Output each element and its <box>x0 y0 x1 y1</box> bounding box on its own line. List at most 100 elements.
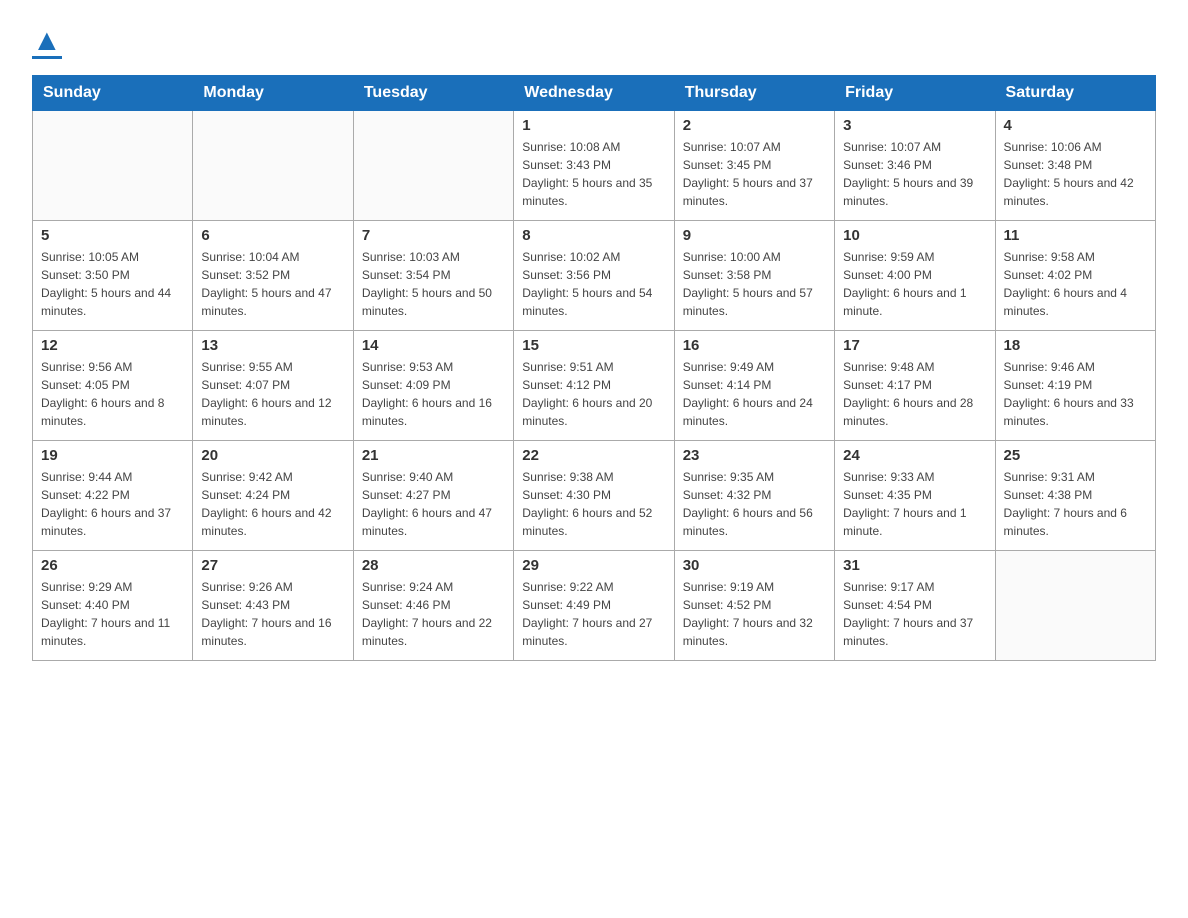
day-info: Sunrise: 9:59 AMSunset: 4:00 PMDaylight:… <box>843 248 986 320</box>
day-number: 19 <box>41 447 184 464</box>
calendar-day-cell: 23 Sunrise: 9:35 AMSunset: 4:32 PMDayligh… <box>674 441 834 551</box>
day-number: 16 <box>683 337 826 354</box>
calendar-day-cell: 27 Sunrise: 9:26 AMSunset: 4:43 PMDayligh… <box>193 551 353 661</box>
calendar-day-cell: 22 Sunrise: 9:38 AMSunset: 4:30 PMDayligh… <box>514 441 674 551</box>
calendar-week-row: 26 Sunrise: 9:29 AMSunset: 4:40 PMDayligh… <box>33 551 1156 661</box>
day-number: 21 <box>362 447 505 464</box>
calendar-day-cell <box>353 111 513 221</box>
day-info: Sunrise: 10:02 AMSunset: 3:56 PMDaylight… <box>522 248 665 320</box>
day-info: Sunrise: 9:48 AMSunset: 4:17 PMDaylight:… <box>843 358 986 430</box>
calendar-day-cell: 12 Sunrise: 9:56 AMSunset: 4:05 PMDayligh… <box>33 331 193 441</box>
day-number: 30 <box>683 557 826 574</box>
day-number: 15 <box>522 337 665 354</box>
page-header: ▲ <box>32 24 1156 59</box>
calendar-day-cell: 21 Sunrise: 9:40 AMSunset: 4:27 PMDayligh… <box>353 441 513 551</box>
day-number: 20 <box>201 447 344 464</box>
calendar-day-cell: 31 Sunrise: 9:17 AMSunset: 4:54 PMDayligh… <box>835 551 995 661</box>
day-info: Sunrise: 9:49 AMSunset: 4:14 PMDaylight:… <box>683 358 826 430</box>
day-number: 14 <box>362 337 505 354</box>
day-info: Sunrise: 9:55 AMSunset: 4:07 PMDaylight:… <box>201 358 344 430</box>
weekday-header-cell: Sunday <box>33 76 193 111</box>
day-number: 27 <box>201 557 344 574</box>
calendar-day-cell: 2 Sunrise: 10:07 AMSunset: 3:45 PMDayligh… <box>674 111 834 221</box>
day-info: Sunrise: 10:08 AMSunset: 3:43 PMDaylight… <box>522 138 665 210</box>
day-number: 26 <box>41 557 184 574</box>
day-info: Sunrise: 9:22 AMSunset: 4:49 PMDaylight:… <box>522 578 665 650</box>
calendar-day-cell: 10Sunrise: 9:59 AMSunset: 4:00 PMDayligh… <box>835 221 995 331</box>
weekday-header-cell: Monday <box>193 76 353 111</box>
day-number: 17 <box>843 337 986 354</box>
day-info: Sunrise: 9:29 AMSunset: 4:40 PMDaylight:… <box>41 578 184 650</box>
day-info: Sunrise: 10:03 AMSunset: 3:54 PMDaylight… <box>362 248 505 320</box>
day-number: 22 <box>522 447 665 464</box>
day-number: 3 <box>843 117 986 134</box>
day-number: 6 <box>201 227 344 244</box>
day-number: 5 <box>41 227 184 244</box>
calendar-day-cell: 30Sunrise: 9:19 AMSunset: 4:52 PMDayligh… <box>674 551 834 661</box>
day-info: Sunrise: 9:26 AMSunset: 4:43 PMDaylight:… <box>201 578 344 650</box>
logo-blue-chevron: ▲ <box>32 24 62 58</box>
logo: ▲ <box>32 24 62 59</box>
day-info: Sunrise: 10:06 AMSunset: 3:48 PMDaylight… <box>1004 138 1147 210</box>
day-number: 11 <box>1004 227 1147 244</box>
weekday-header-row: SundayMondayTuesdayWednesdayThursdayFrid… <box>33 76 1156 111</box>
day-info: Sunrise: 10:05 AMSunset: 3:50 PMDaylight… <box>41 248 184 320</box>
day-number: 7 <box>362 227 505 244</box>
day-info: Sunrise: 9:58 AMSunset: 4:02 PMDaylight:… <box>1004 248 1147 320</box>
calendar-day-cell: 6 Sunrise: 10:04 AMSunset: 3:52 PMDayligh… <box>193 221 353 331</box>
calendar-day-cell: 26 Sunrise: 9:29 AMSunset: 4:40 PMDayligh… <box>33 551 193 661</box>
day-number: 28 <box>362 557 505 574</box>
day-info: Sunrise: 9:42 AMSunset: 4:24 PMDaylight:… <box>201 468 344 540</box>
calendar-day-cell: 24 Sunrise: 9:33 AMSunset: 4:35 PMDayligh… <box>835 441 995 551</box>
calendar-week-row: 12 Sunrise: 9:56 AMSunset: 4:05 PMDayligh… <box>33 331 1156 441</box>
day-info: Sunrise: 9:33 AMSunset: 4:35 PMDaylight:… <box>843 468 986 540</box>
weekday-header-cell: Saturday <box>995 76 1155 111</box>
weekday-header-cell: Friday <box>835 76 995 111</box>
day-number: 31 <box>843 557 986 574</box>
calendar-day-cell: 11 Sunrise: 9:58 AMSunset: 4:02 PMDayligh… <box>995 221 1155 331</box>
weekday-header-cell: Tuesday <box>353 76 513 111</box>
weekday-header-cell: Thursday <box>674 76 834 111</box>
calendar-day-cell: 25 Sunrise: 9:31 AMSunset: 4:38 PMDayligh… <box>995 441 1155 551</box>
day-info: Sunrise: 9:44 AMSunset: 4:22 PMDaylight:… <box>41 468 184 540</box>
calendar-day-cell: 5 Sunrise: 10:05 AMSunset: 3:50 PMDayligh… <box>33 221 193 331</box>
day-info: Sunrise: 9:56 AMSunset: 4:05 PMDaylight:… <box>41 358 184 430</box>
day-info: Sunrise: 10:07 AMSunset: 3:45 PMDaylight… <box>683 138 826 210</box>
day-info: Sunrise: 10:07 AMSunset: 3:46 PMDaylight… <box>843 138 986 210</box>
calendar-day-cell <box>193 111 353 221</box>
day-info: Sunrise: 9:31 AMSunset: 4:38 PMDaylight:… <box>1004 468 1147 540</box>
weekday-header-cell: Wednesday <box>514 76 674 111</box>
calendar-day-cell: 16 Sunrise: 9:49 AMSunset: 4:14 PMDayligh… <box>674 331 834 441</box>
calendar-day-cell: 28Sunrise: 9:24 AMSunset: 4:46 PMDayligh… <box>353 551 513 661</box>
day-info: Sunrise: 9:40 AMSunset: 4:27 PMDaylight:… <box>362 468 505 540</box>
day-number: 23 <box>683 447 826 464</box>
calendar-day-cell: 8 Sunrise: 10:02 AMSunset: 3:56 PMDayligh… <box>514 221 674 331</box>
day-number: 12 <box>41 337 184 354</box>
calendar-day-cell: 13 Sunrise: 9:55 AMSunset: 4:07 PMDayligh… <box>193 331 353 441</box>
calendar-day-cell: 3 Sunrise: 10:07 AMSunset: 3:46 PMDayligh… <box>835 111 995 221</box>
calendar-day-cell: 19 Sunrise: 9:44 AMSunset: 4:22 PMDayligh… <box>33 441 193 551</box>
calendar-day-cell: 4 Sunrise: 10:06 AMSunset: 3:48 PMDayligh… <box>995 111 1155 221</box>
calendar-body: 1Sunrise: 10:08 AMSunset: 3:43 PMDayligh… <box>33 111 1156 661</box>
day-info: Sunrise: 9:38 AMSunset: 4:30 PMDaylight:… <box>522 468 665 540</box>
day-number: 25 <box>1004 447 1147 464</box>
day-number: 13 <box>201 337 344 354</box>
calendar-table: SundayMondayTuesdayWednesdayThursdayFrid… <box>32 75 1156 661</box>
day-info: Sunrise: 9:17 AMSunset: 4:54 PMDaylight:… <box>843 578 986 650</box>
calendar-day-cell <box>995 551 1155 661</box>
calendar-day-cell: 14Sunrise: 9:53 AMSunset: 4:09 PMDayligh… <box>353 331 513 441</box>
calendar-day-cell: 20 Sunrise: 9:42 AMSunset: 4:24 PMDayligh… <box>193 441 353 551</box>
day-number: 2 <box>683 117 826 134</box>
calendar-day-cell <box>33 111 193 221</box>
day-number: 24 <box>843 447 986 464</box>
day-number: 18 <box>1004 337 1147 354</box>
day-number: 8 <box>522 227 665 244</box>
calendar-day-cell: 1Sunrise: 10:08 AMSunset: 3:43 PMDayligh… <box>514 111 674 221</box>
calendar-day-cell: 15Sunrise: 9:51 AMSunset: 4:12 PMDayligh… <box>514 331 674 441</box>
day-number: 4 <box>1004 117 1147 134</box>
calendar-day-cell: 18 Sunrise: 9:46 AMSunset: 4:19 PMDayligh… <box>995 331 1155 441</box>
calendar-day-cell: 17 Sunrise: 9:48 AMSunset: 4:17 PMDayligh… <box>835 331 995 441</box>
day-info: Sunrise: 10:04 AMSunset: 3:52 PMDaylight… <box>201 248 344 320</box>
day-info: Sunrise: 9:35 AMSunset: 4:32 PMDaylight:… <box>683 468 826 540</box>
day-info: Sunrise: 9:46 AMSunset: 4:19 PMDaylight:… <box>1004 358 1147 430</box>
